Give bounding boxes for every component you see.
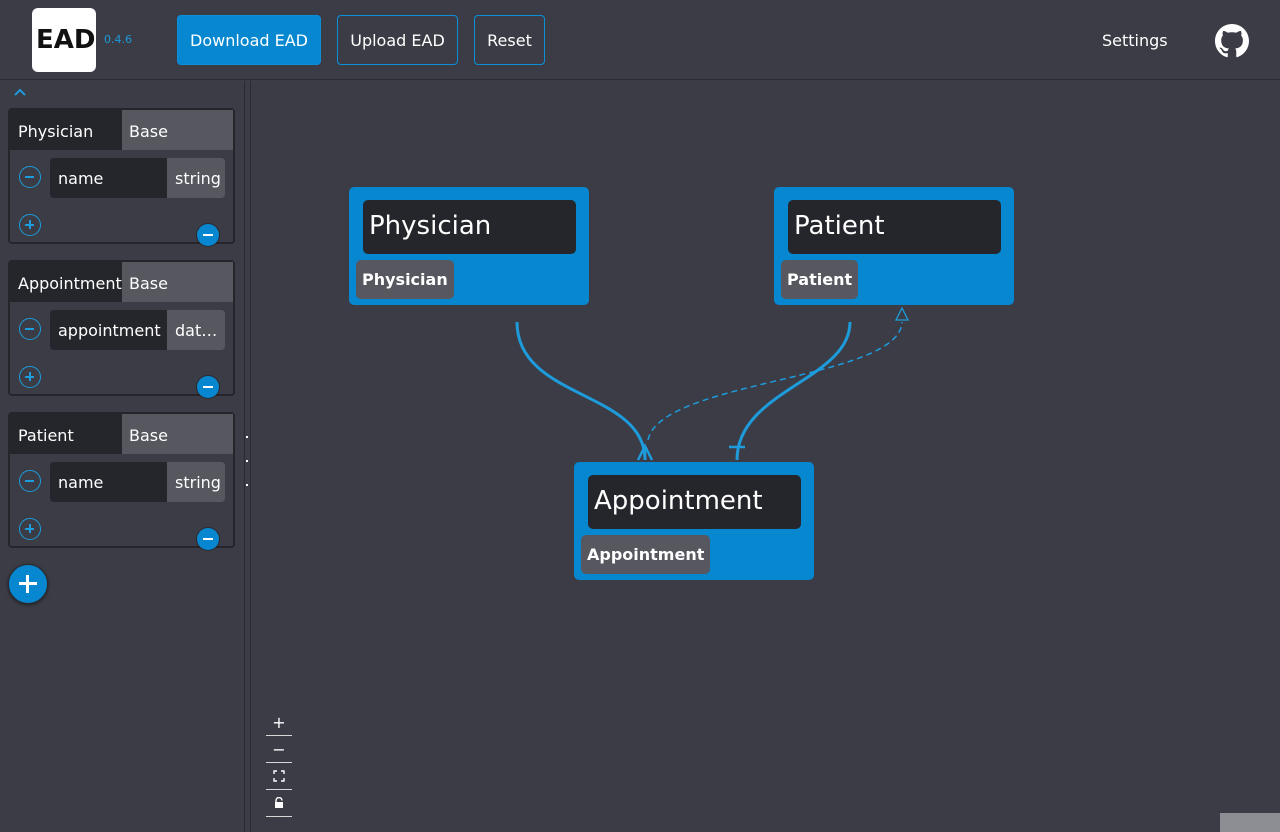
collapse-chevron-icon[interactable] — [12, 84, 28, 98]
entity-card-patient: Patient Base name string — [8, 412, 235, 551]
fit-view-button[interactable] — [266, 763, 292, 790]
node-tag: Appointment — [581, 535, 711, 574]
entity-name-field[interactable]: Physician — [10, 110, 122, 150]
remove-attribute-icon[interactable] — [19, 470, 41, 492]
app-header: EAD 0.4.6 Download EAD Upload EAD Reset … — [0, 0, 1280, 80]
node-physician[interactable]: Physician Physician — [349, 187, 589, 305]
resize-grip-dot — [246, 436, 248, 438]
add-attribute-icon[interactable] — [19, 214, 41, 236]
app-logo: EAD — [32, 8, 96, 72]
fit-view-icon — [273, 770, 285, 782]
delete-entity-icon[interactable] — [196, 223, 220, 247]
download-ead-button[interactable]: Download EAD — [177, 15, 321, 65]
attribution-badge[interactable] — [1220, 813, 1280, 832]
resize-grip-dot — [246, 484, 248, 486]
zoom-out-button[interactable]: − — [266, 736, 292, 763]
delete-entity-icon[interactable] — [196, 375, 220, 399]
github-icon[interactable] — [1215, 24, 1249, 58]
logo-text: EAD — [36, 25, 95, 55]
upload-ead-button[interactable]: Upload EAD — [337, 15, 458, 65]
reset-button[interactable]: Reset — [474, 15, 545, 65]
entity-base-select[interactable]: Base — [122, 110, 233, 150]
node-appointment[interactable]: Appointment Appointment — [574, 462, 814, 580]
attribute-name-field[interactable]: appointment — [50, 310, 167, 350]
sidebar-resize-handle[interactable] — [244, 81, 251, 832]
attribute-type-select[interactable]: datetime — [167, 310, 225, 350]
add-entity-button[interactable] — [8, 564, 48, 604]
node-patient[interactable]: Patient Patient — [774, 187, 1014, 305]
lock-icon — [275, 797, 283, 808]
remove-attribute-icon[interactable] — [19, 318, 41, 340]
attribute-name-field[interactable]: name — [50, 462, 167, 502]
entity-card-appointment: Appointment Base appointment datetime — [8, 260, 235, 399]
delete-entity-icon[interactable] — [196, 527, 220, 551]
attribute-type-select[interactable]: string — [167, 158, 225, 198]
entity-base-select[interactable]: Base — [122, 262, 233, 302]
attribute-type-select[interactable]: string — [167, 462, 225, 502]
settings-link[interactable]: Settings — [1102, 31, 1168, 50]
entity-card-physician: Physician Base name string — [8, 108, 235, 247]
lock-button[interactable] — [266, 790, 292, 817]
node-tag: Physician — [356, 260, 454, 299]
entity-name-field[interactable]: Patient — [10, 414, 122, 454]
canvas-controls: + − — [266, 709, 292, 817]
add-attribute-icon[interactable] — [19, 366, 41, 388]
add-attribute-icon[interactable] — [19, 518, 41, 540]
node-title: Appointment — [588, 475, 801, 529]
entity-name-field[interactable]: Appointment — [10, 262, 122, 302]
zoom-in-button[interactable]: + — [266, 709, 292, 736]
node-title: Physician — [363, 200, 576, 254]
entity-base-select[interactable]: Base — [122, 414, 233, 454]
resize-grip-dot — [246, 460, 248, 462]
remove-attribute-icon[interactable] — [19, 166, 41, 188]
app-version: 0.4.6 — [104, 33, 132, 46]
node-title: Patient — [788, 200, 1001, 254]
attribute-name-field[interactable]: name — [50, 158, 167, 198]
node-tag: Patient — [781, 260, 859, 299]
